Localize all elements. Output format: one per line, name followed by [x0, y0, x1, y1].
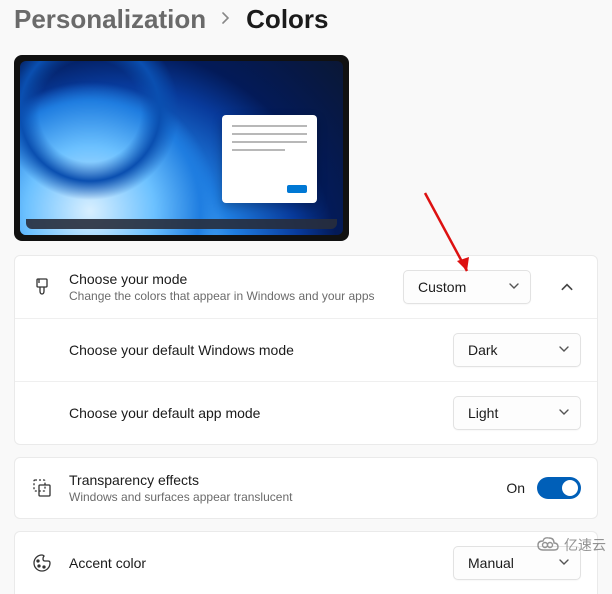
- mode-select-value: Custom: [418, 279, 466, 295]
- app-mode-row: Choose your default app mode Light: [15, 381, 597, 444]
- windows-mode-select[interactable]: Dark: [453, 333, 581, 367]
- accent-row: Accent color Manual: [15, 532, 597, 594]
- accent-card: Accent color Manual: [14, 531, 598, 594]
- breadcrumb: Personalization Colors: [0, 0, 612, 55]
- theme-preview: [14, 55, 349, 241]
- chevron-right-icon: [220, 11, 232, 29]
- windows-mode-value: Dark: [468, 342, 498, 358]
- mode-card: Choose your mode Change the colors that …: [14, 255, 598, 445]
- cloud-icon: [536, 536, 560, 554]
- transparency-state-label: On: [506, 480, 525, 496]
- windows-mode-title: Choose your default Windows mode: [69, 342, 437, 358]
- choose-mode-title: Choose your mode: [69, 271, 387, 287]
- brush-icon: [31, 277, 53, 297]
- windows-mode-row: Choose your default Windows mode Dark: [15, 318, 597, 381]
- transparency-title: Transparency effects: [69, 472, 490, 488]
- app-mode-title: Choose your default app mode: [69, 405, 437, 421]
- transparency-icon: [31, 478, 53, 498]
- wallpaper-preview: [20, 61, 343, 235]
- chevron-down-icon: [508, 279, 520, 295]
- taskbar-preview: [26, 219, 337, 229]
- choose-mode-desc: Change the colors that appear in Windows…: [69, 289, 387, 303]
- palette-icon: [31, 553, 53, 573]
- breadcrumb-parent[interactable]: Personalization: [14, 4, 206, 35]
- window-mockup: [222, 115, 317, 203]
- mode-select[interactable]: Custom: [403, 270, 531, 304]
- app-mode-value: Light: [468, 405, 498, 421]
- choose-mode-row: Choose your mode Change the colors that …: [15, 256, 597, 318]
- app-mode-select[interactable]: Light: [453, 396, 581, 430]
- watermark-text: 亿速云: [564, 535, 606, 555]
- transparency-desc: Windows and surfaces appear translucent: [69, 490, 490, 504]
- transparency-toggle[interactable]: [537, 477, 581, 499]
- transparency-card: Transparency effects Windows and surface…: [14, 457, 598, 519]
- watermark: 亿速云: [536, 535, 606, 555]
- transparency-row: Transparency effects Windows and surface…: [15, 458, 597, 518]
- collapse-button[interactable]: [553, 273, 581, 301]
- chevron-down-icon: [558, 405, 570, 421]
- chevron-down-icon: [558, 342, 570, 358]
- page-title: Colors: [246, 4, 328, 35]
